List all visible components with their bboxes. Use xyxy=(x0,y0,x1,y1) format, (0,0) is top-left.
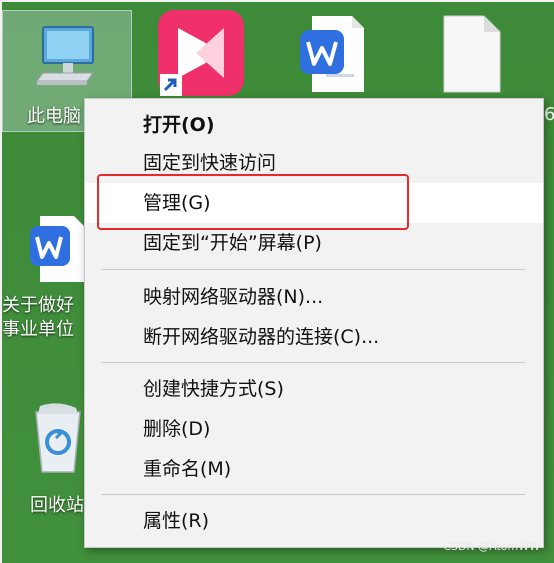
menu-separator xyxy=(101,269,525,270)
recycle-bin-item[interactable] xyxy=(30,402,86,476)
menu-item-create-shortcut[interactable]: 创建快捷方式(S) xyxy=(85,369,543,409)
wps-doc-icon xyxy=(30,216,84,282)
menu-separator xyxy=(101,494,525,495)
menu-item-map-drive[interactable]: 映射网络驱动器(N)... xyxy=(85,277,543,317)
this-pc-label: 此电脑 xyxy=(27,106,81,127)
menu-item-delete[interactable]: 删除(D) xyxy=(85,409,543,449)
app-shortcut-item[interactable] xyxy=(156,8,246,98)
menu-item-disconnect-drive[interactable]: 断开网络驱动器的连接(C)... xyxy=(85,317,543,357)
watermark: CSDN @AtomWW xyxy=(443,540,540,553)
top-border xyxy=(0,0,554,2)
recycle-bin-label: 回收站 xyxy=(30,495,84,516)
wps-doc-item-top[interactable] xyxy=(298,14,370,94)
menu-item-open[interactable]: 打开(O) xyxy=(85,105,543,145)
right-edge-label: 6 xyxy=(544,104,554,125)
wps-doc-icon xyxy=(300,16,364,92)
doc-label: 关于做好 事业单位 xyxy=(2,295,74,340)
menu-separator xyxy=(101,362,525,363)
context-menu: 打开(O) 固定到快速访问 管理(G) 固定到“开始”屏幕(P) 映射网络驱动器… xyxy=(84,98,544,548)
blank-file-item[interactable] xyxy=(438,14,504,94)
menu-item-properties[interactable]: 属性(R) xyxy=(85,501,543,541)
menu-item-rename[interactable]: 重命名(M) xyxy=(85,449,543,489)
recycle-bin-icon xyxy=(35,403,81,473)
manage-highlight-box xyxy=(97,174,409,230)
this-pc-icon xyxy=(36,26,94,85)
wps-doc-item-left[interactable] xyxy=(28,214,88,284)
blank-file-icon xyxy=(443,15,501,93)
app-shortcut-icon xyxy=(158,10,244,96)
